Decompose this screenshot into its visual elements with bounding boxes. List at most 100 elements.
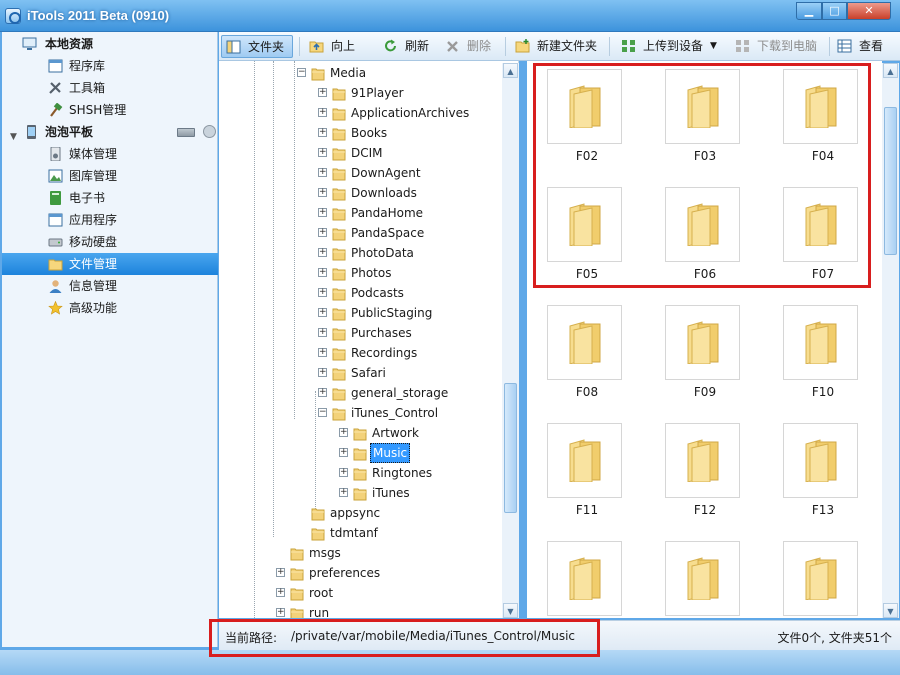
expand-icon[interactable]: + xyxy=(339,468,348,477)
tree-node-label[interactable]: iTunes_Control xyxy=(349,403,440,423)
tree-scrollbar[interactable]: ▲ ▼ xyxy=(502,63,519,618)
refresh-button[interactable]: 刷新 xyxy=(379,35,435,58)
tree-node[interactable]: tdmtanf xyxy=(219,523,499,543)
folder-item[interactable] xyxy=(537,533,637,618)
expand-icon[interactable]: + xyxy=(318,128,327,137)
tree-node[interactable]: + Recordings xyxy=(219,343,499,363)
sidebar-item-shsh[interactable]: SHSH管理 xyxy=(2,99,218,121)
maximize-button[interactable]: □ xyxy=(822,2,847,20)
sidebar-item-apps[interactable]: 应用程序 xyxy=(2,209,218,231)
tree-node[interactable]: appsync xyxy=(219,503,499,523)
collapse-icon[interactable]: − xyxy=(318,408,327,417)
expand-icon[interactable]: + xyxy=(318,148,327,157)
expand-icon[interactable]: + xyxy=(318,368,327,377)
expand-icon[interactable]: + xyxy=(318,388,327,397)
tree-node[interactable]: + preferences xyxy=(219,563,499,583)
scroll-thumb[interactable] xyxy=(504,383,517,513)
tree-node-label[interactable]: msgs xyxy=(307,543,343,563)
folder-item[interactable]: F08 xyxy=(537,297,637,399)
expand-icon[interactable]: + xyxy=(318,188,327,197)
tree-node-label[interactable]: general_storage xyxy=(349,383,450,403)
folder-thumbnail[interactable] xyxy=(783,541,858,616)
tree-node[interactable]: + general_storage xyxy=(219,383,499,403)
sidebar-item-ebook[interactable]: 电子书 xyxy=(2,187,218,209)
scroll-down-arrow-icon[interactable]: ▼ xyxy=(503,603,518,618)
folder-thumbnail[interactable] xyxy=(665,69,740,144)
expand-icon[interactable]: + xyxy=(318,108,327,117)
upload-to-device-button[interactable]: 上传到设备 ▼ xyxy=(617,35,721,58)
tree-node-label[interactable]: DCIM xyxy=(349,143,385,163)
expand-icon[interactable]: + xyxy=(318,348,327,357)
expand-icon[interactable]: + xyxy=(318,328,327,337)
tree-node-label[interactable]: PhotoData xyxy=(349,243,416,263)
tree-node[interactable]: + PandaHome xyxy=(219,203,499,223)
expand-icon[interactable]: + xyxy=(339,488,348,497)
tree-node[interactable]: + PandaSpace xyxy=(219,223,499,243)
expand-icon[interactable]: + xyxy=(276,568,285,577)
scroll-up-arrow-icon[interactable]: ▲ xyxy=(503,63,518,78)
folder-item[interactable]: F06 xyxy=(655,179,755,281)
view-button[interactable]: 查看 xyxy=(833,35,900,58)
folder-thumbnail[interactable] xyxy=(547,305,622,380)
tree-node-label[interactable]: Safari xyxy=(349,363,388,383)
tree-node-label[interactable]: run xyxy=(307,603,331,618)
expand-icon[interactable]: + xyxy=(339,448,348,457)
sidebar-item-media[interactable]: 媒体管理 xyxy=(2,143,218,165)
tree-node-label[interactable]: root xyxy=(307,583,335,603)
folder-item[interactable]: F04 xyxy=(773,61,873,163)
tree-node-label[interactable]: Purchases xyxy=(349,323,414,343)
download-to-pc-button[interactable]: 下载到电脑 xyxy=(731,35,827,58)
tree-node[interactable]: − iTunes_Control xyxy=(219,403,499,423)
sidebar-item-library[interactable]: 程序库 xyxy=(2,55,218,77)
tree-node[interactable]: + Books xyxy=(219,123,499,143)
minimize-button[interactable]: ▁ xyxy=(796,2,822,20)
eject-icon[interactable] xyxy=(203,125,216,138)
delete-button[interactable]: 删除 xyxy=(441,35,499,58)
folder-thumbnail[interactable] xyxy=(547,541,622,616)
tree-node-label[interactable]: Media xyxy=(328,63,368,83)
folder-thumbnail[interactable] xyxy=(783,187,858,262)
tree-node-label[interactable]: Music xyxy=(370,443,411,463)
expand-icon[interactable]: + xyxy=(318,288,327,297)
tree-node[interactable]: + run xyxy=(219,603,499,618)
tree-node-label[interactable]: appsync xyxy=(328,503,382,523)
tree-node[interactable]: + root xyxy=(219,583,499,603)
sidebar-section-local[interactable]: 本地资源 xyxy=(2,33,218,55)
tree-node-label[interactable]: PandaSpace xyxy=(349,223,426,243)
expand-icon[interactable]: + xyxy=(318,88,327,97)
folder-item[interactable]: F05 xyxy=(537,179,637,281)
tree-node[interactable]: + iTunes xyxy=(219,483,499,503)
folder-item[interactable]: F12 xyxy=(655,415,755,517)
scroll-thumb[interactable] xyxy=(884,107,897,255)
expand-icon[interactable]: + xyxy=(318,228,327,237)
tree-node-label[interactable]: Recordings xyxy=(349,343,419,363)
folder-item[interactable]: F09 xyxy=(655,297,755,399)
expand-icon[interactable]: + xyxy=(276,608,285,617)
tree-node[interactable]: + DownAgent xyxy=(219,163,499,183)
close-button[interactable]: ✕ xyxy=(847,2,891,20)
sidebar-item-toolbox[interactable]: 工具箱 xyxy=(2,77,218,99)
tree-node-label[interactable]: preferences xyxy=(307,563,382,583)
folder-thumbnail[interactable] xyxy=(783,305,858,380)
tree-node[interactable]: + Photos xyxy=(219,263,499,283)
tree-node-label[interactable]: tdmtanf xyxy=(328,523,380,543)
expand-icon[interactable]: + xyxy=(318,168,327,177)
tree-node-label[interactable]: DownAgent xyxy=(349,163,423,183)
expand-icon[interactable]: + xyxy=(318,208,327,217)
tree-node-label[interactable]: 91Player xyxy=(349,83,406,103)
folder-item[interactable]: F13 xyxy=(773,415,873,517)
folder-item[interactable] xyxy=(773,533,873,618)
tree-node[interactable]: + ApplicationArchives xyxy=(219,103,499,123)
tree-node-label[interactable]: Ringtones xyxy=(370,463,434,483)
new-folder-button[interactable]: 新建文件夹 xyxy=(511,35,601,58)
folder-item[interactable]: F11 xyxy=(537,415,637,517)
folder-thumbnail[interactable] xyxy=(665,187,740,262)
expand-icon[interactable]: + xyxy=(339,428,348,437)
folder-thumbnail[interactable] xyxy=(783,423,858,498)
expand-icon[interactable]: + xyxy=(318,308,327,317)
sidebar-item-file-manager[interactable]: 文件管理 xyxy=(2,253,218,275)
sidebar-item-drive[interactable]: 移动硬盘 xyxy=(2,231,218,253)
collapse-icon[interactable]: − xyxy=(297,68,306,77)
tree-node-label[interactable]: Photos xyxy=(349,263,393,283)
grid-scrollbar[interactable]: ▲ ▼ xyxy=(882,63,899,618)
